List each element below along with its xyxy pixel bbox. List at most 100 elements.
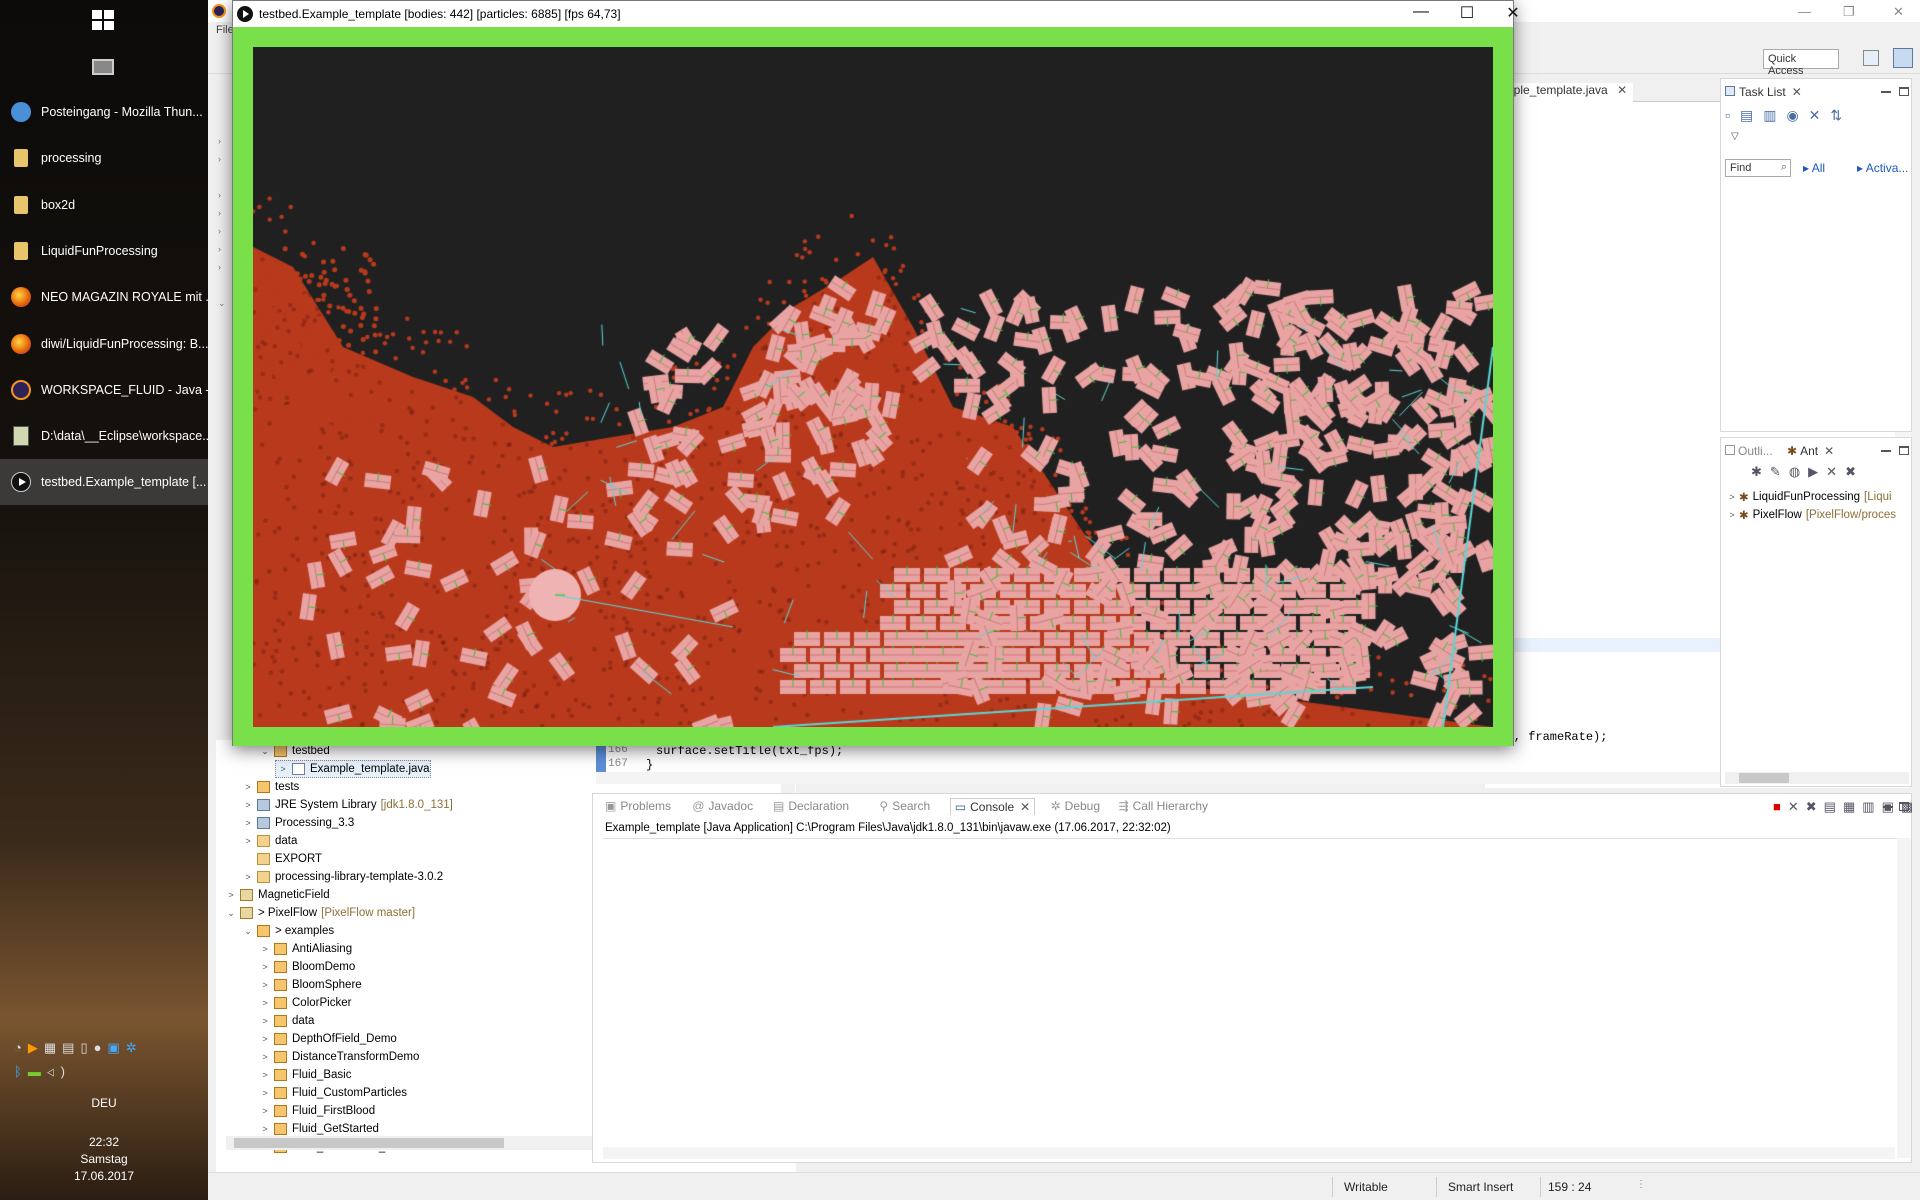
tree-item[interactable]: > AntiAliasing — [258, 940, 352, 958]
chevron-right-icon[interactable]: > — [258, 944, 272, 954]
quick-access-field[interactable]: Quick Access — [1763, 49, 1839, 77]
tab-console[interactable]: ▭ Console ✕ — [949, 798, 1036, 815]
clock-time[interactable]: 22:32 — [0, 1135, 208, 1149]
bluetooth-icon[interactable]: ᛒ — [14, 1064, 28, 1079]
storage-icon[interactable]: ▣ — [107, 1040, 125, 1055]
taskbar-item[interactable]: processing — [0, 135, 208, 181]
console-hscrollbar[interactable] — [603, 1147, 1895, 1159]
chevron-right-icon[interactable]: > — [1725, 510, 1739, 520]
chevron-right-icon[interactable]: > — [276, 764, 290, 774]
remove-all-icon[interactable]: ✖ — [1845, 464, 1864, 479]
focus-icon[interactable]: ◉ — [1786, 107, 1808, 123]
chevron-right-icon[interactable]: > — [258, 1070, 272, 1080]
minimize-icon[interactable]: — — [1399, 3, 1443, 21]
ant-hscrollbar[interactable] — [1725, 772, 1909, 784]
app-tray-icon[interactable]: ▦ — [44, 1040, 62, 1055]
simulation-canvas[interactable] — [233, 27, 1513, 746]
sync-icon[interactable]: ⇅ — [1830, 107, 1852, 123]
add-buildfile-icon[interactable]: ✱ — [1751, 464, 1770, 479]
clock-weekday[interactable]: Samstag — [0, 1152, 208, 1166]
ant-tab[interactable]: ✱ Ant ✕ — [1787, 444, 1834, 458]
tree-item[interactable]: > data — [241, 832, 297, 850]
tree-item[interactable]: > MagneticField — [224, 886, 330, 904]
remove-all-launches-icon[interactable]: ✖ — [1806, 799, 1824, 814]
tab-debug[interactable]: ✲ Debug — [1047, 798, 1104, 814]
tree-item[interactable]: > DepthOfField_Demo — [258, 1030, 397, 1048]
tree-item[interactable]: > processing-library-template-3.0.2 — [241, 868, 443, 886]
chevron-right-icon[interactable]: > — [258, 1106, 272, 1116]
task-find-input[interactable]: Find ⌕ — [1725, 159, 1791, 177]
hide-completed-icon[interactable]: ✕ — [1809, 107, 1831, 123]
taskbar-item[interactable]: box2d — [0, 182, 208, 228]
taskbar-item[interactable]: LiquidFunProcessing — [0, 228, 208, 274]
minimize-icon[interactable] — [1881, 91, 1891, 93]
close-icon[interactable]: ✕ — [1617, 83, 1627, 97]
network-icon[interactable]: ✲ — [126, 1040, 143, 1055]
maximize-icon[interactable] — [1899, 802, 1909, 811]
scroll-lock-icon[interactable]: ▦ — [1843, 799, 1862, 814]
tree-item[interactable]: > BloomSphere — [258, 976, 362, 994]
chevron-right-icon[interactable]: > — [258, 980, 272, 990]
word-wrap-icon[interactable]: ▥ — [1862, 799, 1881, 814]
outline-tab[interactable]: Outli... — [1725, 444, 1773, 458]
code-line-167[interactable]: } — [646, 758, 653, 772]
close-icon[interactable]: ✕ — [1824, 444, 1834, 458]
maximize-icon[interactable]: ☐ — [1445, 3, 1489, 23]
clock-date[interactable]: 17.06.2017 — [0, 1169, 208, 1183]
chevron-right-icon[interactable]: > — [258, 1034, 272, 1044]
remove-launch-icon[interactable]: ✕ — [1788, 799, 1806, 814]
close-icon[interactable]: ✕ — [1792, 85, 1802, 99]
task-activate-link[interactable]: ▸ Activa... — [1857, 161, 1908, 175]
chevron-right-icon[interactable]: > — [241, 800, 255, 810]
code-line-166[interactable]: surface.setTitle(txt_fps); — [656, 744, 843, 758]
taskbar-item[interactable]: D:\data\__Eclipse\workspace... — [0, 413, 208, 459]
clear-console-icon[interactable]: ▤ — [1824, 799, 1843, 814]
terminate-icon[interactable]: ■ — [1773, 799, 1788, 814]
close-icon[interactable]: ✕ — [1020, 800, 1030, 814]
taskbar-item[interactable]: WORKSPACE_FLUID - Java - ... — [0, 367, 208, 413]
tab-declaration[interactable]: ▤ Declaration — [769, 798, 853, 814]
tree-item[interactable]: ⌄ > examples — [241, 922, 334, 940]
chevron-right-icon[interactable]: > — [258, 1016, 272, 1026]
vlc-icon[interactable]: ▶ — [28, 1040, 44, 1055]
maximize-icon[interactable] — [1899, 87, 1909, 96]
editor-hscrollbar[interactable] — [596, 772, 1896, 784]
usb-icon[interactable]: ▯ — [80, 1040, 93, 1055]
hide-internal-icon[interactable]: ◍ — [1789, 464, 1808, 479]
chevron-right-icon[interactable]: > — [241, 782, 255, 792]
console-vscrollbar[interactable] — [1897, 838, 1911, 1158]
chevron-down-icon[interactable]: ⌄ — [241, 926, 255, 937]
new-task-icon[interactable]: ▫ — [1725, 107, 1740, 123]
task-all-link[interactable]: ▸ All — [1803, 161, 1825, 175]
maximize-icon[interactable] — [1899, 446, 1909, 455]
close-icon[interactable]: ✕ — [1491, 3, 1535, 23]
java-perspective-icon[interactable] — [1893, 48, 1913, 68]
search-buildfile-icon[interactable]: ✎ — [1770, 464, 1789, 479]
perspective-icon[interactable] — [1863, 50, 1879, 66]
taskbar-item[interactable]: Posteingang - Mozilla Thun... — [0, 89, 208, 135]
tree-item[interactable]: > DistanceTransformDemo — [258, 1048, 419, 1066]
input-language[interactable]: DEU — [0, 1096, 208, 1110]
tree-item[interactable]: > Processing_3.3 — [241, 814, 354, 832]
tab-javadoc[interactable]: @ Javadoc — [688, 798, 757, 814]
view-menu-icon[interactable]: ▽ — [1731, 131, 1739, 142]
chevron-right-icon[interactable]: > — [258, 962, 272, 972]
taskbar-item[interactable]: NEO MAGAZIN ROYALE mit ... — [0, 274, 208, 320]
run-target-icon[interactable]: ▶ — [1808, 464, 1826, 479]
chevron-right-icon[interactable]: > — [241, 872, 255, 882]
eclipse-minimize-icon[interactable]: — — [1798, 4, 1811, 19]
minimize-icon[interactable] — [1881, 450, 1891, 452]
wifi-icon[interactable]: ◔ — [14, 1040, 28, 1055]
chevron-right-icon[interactable]: > — [241, 818, 255, 828]
eclipse-close-icon[interactable]: ✕ — [1893, 4, 1904, 20]
chevron-right-icon[interactable]: > — [258, 1088, 272, 1098]
task-list-tab[interactable]: Task List ✕ — [1725, 85, 1802, 99]
tree-item[interactable]: > Fluid_CustomParticles — [258, 1084, 407, 1102]
tree-item[interactable]: > data — [258, 1012, 314, 1030]
chevron-down-icon[interactable]: ⌄ — [224, 908, 238, 919]
chevron-right-icon[interactable]: > — [1725, 492, 1739, 502]
chat-icon[interactable]: ● — [94, 1040, 108, 1055]
tree-item[interactable]: > JRE System Library [jdk1.8.0_131] — [241, 796, 453, 814]
chevron-right-icon[interactable]: > — [258, 1124, 272, 1134]
volume-icon[interactable]: ◁) — [47, 1064, 71, 1079]
